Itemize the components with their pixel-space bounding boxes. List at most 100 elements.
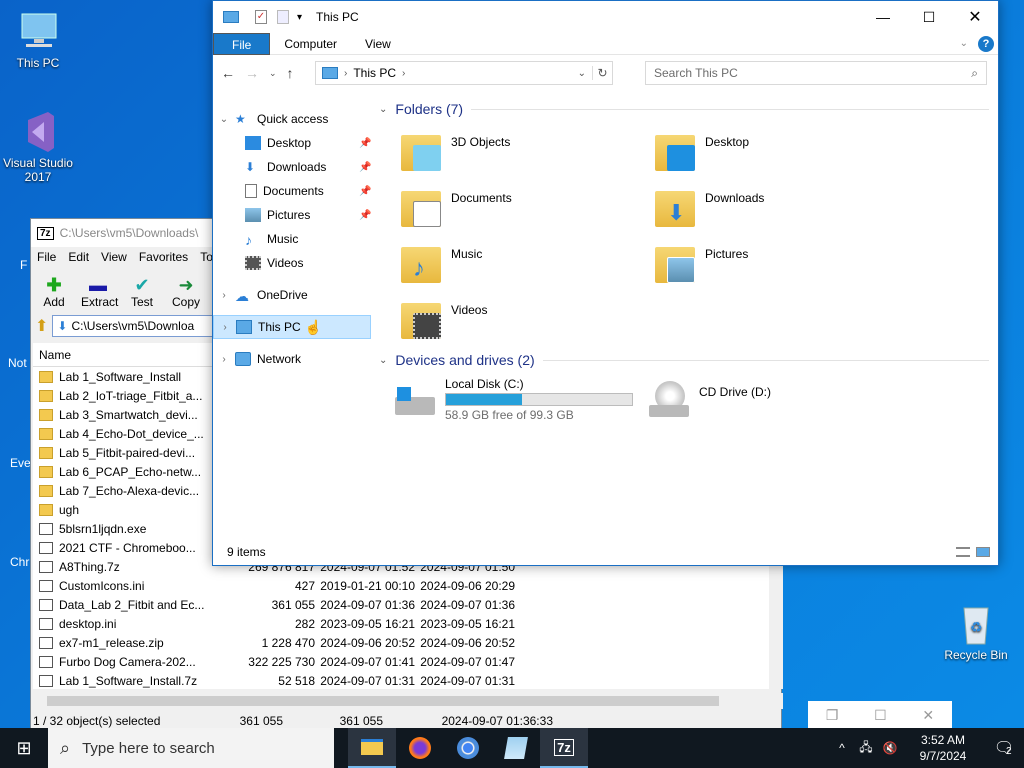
nav-item-music[interactable]: ♪ Music (213, 227, 373, 251)
refresh-icon[interactable]: ↻ (592, 66, 612, 80)
tab-file[interactable]: File (213, 32, 271, 55)
folder-up-icon[interactable]: ⬆ (35, 316, 48, 336)
folder-tile-downloads[interactable]: ⬇ Downloads (653, 185, 764, 229)
pin-icon[interactable]: 📌 (359, 162, 371, 173)
nav-item-downloads[interactable]: ⬇ Downloads 📌 (213, 155, 373, 179)
desktop-icon-recycle-bin[interactable]: ♻ Recycle Bin (938, 602, 1014, 662)
drive-tile-d[interactable]: CD Drive (D:) (647, 377, 771, 421)
qat-dropdown-icon[interactable]: ▾ (297, 12, 302, 23)
extract-button[interactable]: ▬ Extract (81, 275, 118, 313)
copy-button[interactable]: ➜ Copy (169, 275, 203, 313)
menu-edit[interactable]: Edit (68, 250, 89, 264)
breadcrumb-chevron-icon[interactable]: › (402, 68, 405, 79)
horizontal-scrollbar[interactable] (33, 693, 783, 709)
close-button[interactable]: ✕ (952, 7, 998, 27)
folder-tile-3d-objects[interactable]: 3D Objects (399, 129, 510, 173)
nav-item-desktop[interactable]: Desktop 📌 (213, 131, 373, 155)
desktop-icon-visual-studio[interactable]: Visual Studio 2017 (0, 110, 76, 184)
help-icon[interactable]: ? (978, 35, 994, 52)
nav-quick-access[interactable]: ⌄ ★ Quick access (213, 107, 373, 131)
breadcrumb[interactable]: › This PC › ⌄ ↻ (315, 61, 613, 85)
drive-tile-c[interactable]: Local Disk (C:) 58.9 GB free of 99.3 GB (393, 377, 633, 422)
pin-icon[interactable]: 📌 (359, 186, 371, 197)
monitor-icon (14, 10, 62, 54)
close-icon[interactable]: ✕ (922, 707, 934, 724)
folder-tile-videos[interactable]: Videos (399, 297, 487, 341)
forward-arrow-icon[interactable]: → (245, 65, 259, 81)
desktop-icon-this-pc[interactable]: This PC (0, 10, 76, 70)
breadcrumb-this-pc[interactable]: This PC (353, 66, 396, 80)
new-folder-icon[interactable] (277, 10, 289, 24)
explorer-window[interactable]: ✓ ▾ This PC — ☐ ✕ File Computer View ⌄ ?… (212, 0, 999, 566)
chevron-down-icon[interactable]: ⌄ (379, 104, 387, 115)
test-button[interactable]: ✔ Test (125, 275, 159, 313)
chevron-down-icon[interactable]: ⌄ (379, 355, 387, 366)
taskbar-7zip[interactable]: 7z (540, 728, 588, 768)
address-dropdown-icon[interactable]: ⌄ (578, 68, 586, 79)
list-item[interactable]: Furbo Dog Camera-202... 322 225 730 2024-0… (33, 652, 769, 671)
restore-icon[interactable]: ❐ (826, 707, 839, 724)
breadcrumb-chevron-icon[interactable]: › (344, 68, 347, 79)
list-item[interactable]: Lab 1_Software_Install.7z 52 518 2024-09-0… (33, 671, 769, 690)
maximize-button[interactable]: ☐ (906, 9, 952, 26)
large-icons-view-icon[interactable] (976, 547, 990, 557)
recent-dropdown-icon[interactable]: ⌄ (269, 68, 277, 79)
list-item[interactable]: ex7-m1_release.zip 1 228 470 2024-09-06 20… (33, 633, 769, 652)
tab-view[interactable]: View (351, 33, 405, 55)
chevron-right-icon[interactable]: › (213, 290, 235, 301)
taskbar-file-explorer[interactable] (348, 728, 396, 768)
nav-item-videos[interactable]: Videos (213, 251, 373, 275)
list-item[interactable]: desktop.ini 282 2023-09-05 16:21 2023-09-05… (33, 614, 769, 633)
explorer-titlebar[interactable]: ✓ ▾ This PC — ☐ ✕ (213, 1, 998, 33)
chevron-right-icon[interactable]: › (214, 322, 236, 333)
taskbar-firefox[interactable] (396, 728, 444, 768)
ribbon-expand-icon[interactable]: ⌄ (960, 38, 968, 49)
menu-view[interactable]: View (101, 250, 127, 264)
menu-file[interactable]: File (37, 250, 56, 264)
folders-group-header[interactable]: ⌄ Folders (7) (379, 97, 989, 121)
search-input[interactable]: Search This PC ⌕ (645, 61, 987, 85)
pin-icon[interactable]: 📌 (359, 138, 371, 149)
list-item[interactable]: CustomIcons.ini 427 2019-01-21 00:10 2024-0… (33, 576, 769, 595)
taskbar-chrome[interactable] (444, 728, 492, 768)
taskbar-search-box[interactable]: ⌕ Type here to search (48, 728, 334, 768)
chevron-up-icon[interactable]: ^ (830, 741, 854, 755)
taskbar-app[interactable] (492, 728, 540, 768)
minimize-button[interactable]: — (860, 9, 906, 25)
menu-tools[interactable]: To (200, 250, 213, 264)
back-arrow-icon[interactable]: ← (221, 65, 235, 81)
tab-computer[interactable]: Computer (270, 33, 351, 55)
chevron-down-icon[interactable]: ⌄ (213, 114, 235, 125)
system-tray: ^ 🖧 🔇 3:52 AM 9/7/2024 🗨 2 (830, 728, 1024, 768)
nav-item-pictures[interactable]: Pictures 📌 (213, 203, 373, 227)
start-button[interactable]: ⊞ (0, 728, 48, 768)
nav-label: Music (267, 232, 299, 246)
devices-group-header[interactable]: ⌄ Devices and drives (2) (379, 348, 989, 372)
notification-center-button[interactable]: 🗨 2 (984, 738, 1024, 758)
snap-thumbnail-bar[interactable]: ❐ ☐ ✕ (808, 701, 952, 729)
volume-muted-icon[interactable]: 🔇 (878, 741, 902, 755)
network-icon[interactable]: 🖧 (854, 738, 878, 759)
folder-icon (39, 427, 53, 440)
file-name: CustomIcons.ini (59, 578, 145, 593)
nav-onedrive[interactable]: › ☁ OneDrive (213, 283, 373, 307)
list-item[interactable]: Data_Lab 2_Fitbit and Ec... 361 055 2024-0… (33, 595, 769, 614)
details-view-icon[interactable] (956, 547, 970, 557)
folder-tile-documents[interactable]: Documents (399, 185, 512, 229)
folder-tile-music[interactable]: ♪ Music (399, 241, 482, 285)
up-arrow-icon[interactable]: ↑ (287, 65, 294, 81)
maximize-icon[interactable]: ☐ (874, 707, 887, 724)
folder-tile-desktop[interactable]: Desktop (653, 129, 749, 173)
nav-this-pc[interactable]: › This PC ☝ (213, 315, 371, 339)
pin-icon[interactable]: 📌 (359, 210, 371, 221)
chevron-right-icon[interactable]: › (213, 354, 235, 365)
file-modified: 2024-09-07 01:41 (320, 654, 415, 669)
folder-tile-pictures[interactable]: Pictures (653, 241, 748, 285)
add-button[interactable]: ✚ Add (37, 275, 71, 313)
properties-icon[interactable]: ✓ (255, 10, 267, 24)
menu-favorites[interactable]: Favorites (139, 250, 188, 264)
clock[interactable]: 3:52 AM 9/7/2024 (902, 732, 984, 764)
scrollbar-thumb[interactable] (47, 696, 719, 706)
nav-network[interactable]: › Network (213, 347, 373, 371)
nav-item-documents[interactable]: Documents 📌 (213, 179, 373, 203)
